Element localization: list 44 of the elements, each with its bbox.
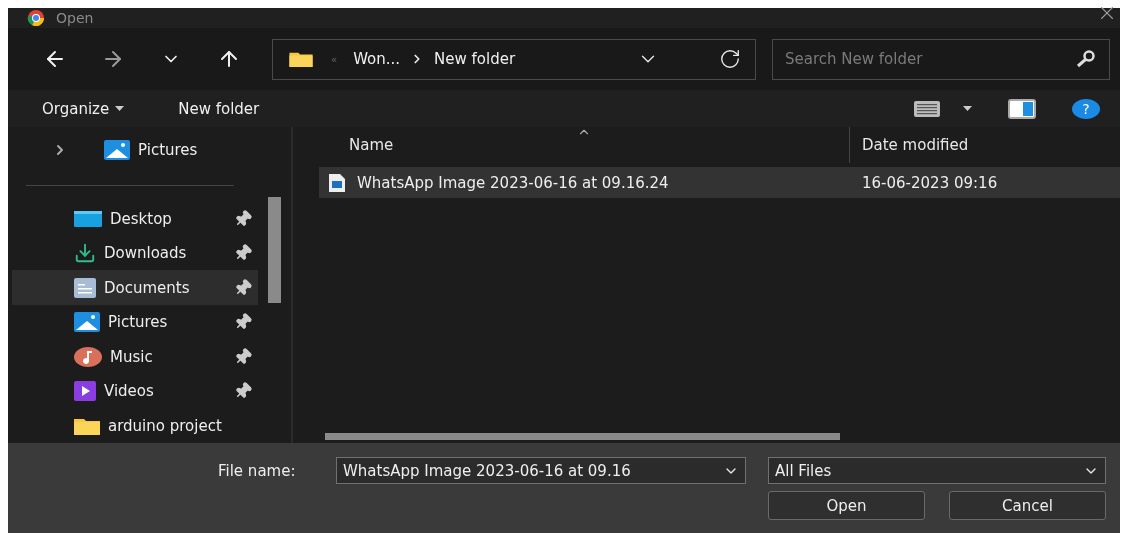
search-field[interactable]: Search New folder (772, 38, 1110, 80)
file-row[interactable]: WhatsApp Image 2023-06-16 at 09.16.24 16-06-2023 09:16 (319, 167, 1120, 198)
address-bar[interactable]: « Won... New folder (272, 38, 756, 80)
breadcrumb-item[interactable]: New folder (434, 50, 516, 68)
tree-item[interactable]: Pictures (12, 133, 258, 168)
document-icon (74, 277, 96, 298)
picture-icon (74, 312, 100, 333)
organize-menu[interactable]: Organize (42, 99, 125, 118)
file-name-field[interactable]: WhatsApp Image 2023-06-16 at 09.16 (336, 457, 746, 484)
file-type-dropdown[interactable]: All Files (768, 457, 1106, 484)
refresh-icon[interactable] (719, 48, 741, 70)
horizontal-scrollbar[interactable] (325, 433, 840, 440)
help-icon[interactable]: ? (1072, 98, 1100, 119)
caret-icon (115, 106, 125, 111)
quick-access-item[interactable]: Music (12, 339, 258, 374)
new-folder-button[interactable]: New folder (178, 99, 260, 118)
view-list-icon[interactable] (913, 99, 941, 118)
file-name: WhatsApp Image 2023-06-16 at 09.16.24 (319, 173, 849, 192)
search-icon (1076, 49, 1096, 68)
quick-access-item[interactable]: Videos (12, 373, 258, 409)
music-icon (74, 346, 102, 367)
file-date: 16-06-2023 09:16 (861, 173, 999, 192)
preview-pane-icon[interactable] (1008, 98, 1036, 119)
quick-access-item[interactable]: arduino project (12, 408, 258, 443)
download-icon (74, 242, 96, 265)
image-file-icon (329, 173, 345, 192)
window-title: Open (56, 10, 94, 26)
caret-icon[interactable] (963, 106, 972, 111)
dialog-button[interactable]: Open (768, 491, 925, 520)
quick-access-item[interactable]: Desktop (12, 201, 258, 236)
folder-icon (74, 416, 100, 435)
quick-access-item[interactable]: Downloads (12, 235, 258, 271)
dialog-button[interactable]: Cancel (949, 491, 1106, 520)
file-name-label: File name: (218, 461, 297, 480)
quick-access-item[interactable]: Documents (12, 270, 258, 305)
scrollbar-thumb[interactable] (268, 197, 281, 303)
column-header[interactable]: Name (319, 127, 849, 163)
quick-access-item[interactable]: Pictures (12, 304, 258, 340)
video-icon (74, 381, 96, 402)
column-header[interactable]: Date modified (849, 127, 1109, 163)
breadcrumb-item[interactable]: Won... (353, 50, 401, 68)
folder-icon (287, 51, 315, 67)
picture-icon (104, 140, 130, 161)
desktop-icon (74, 210, 102, 227)
